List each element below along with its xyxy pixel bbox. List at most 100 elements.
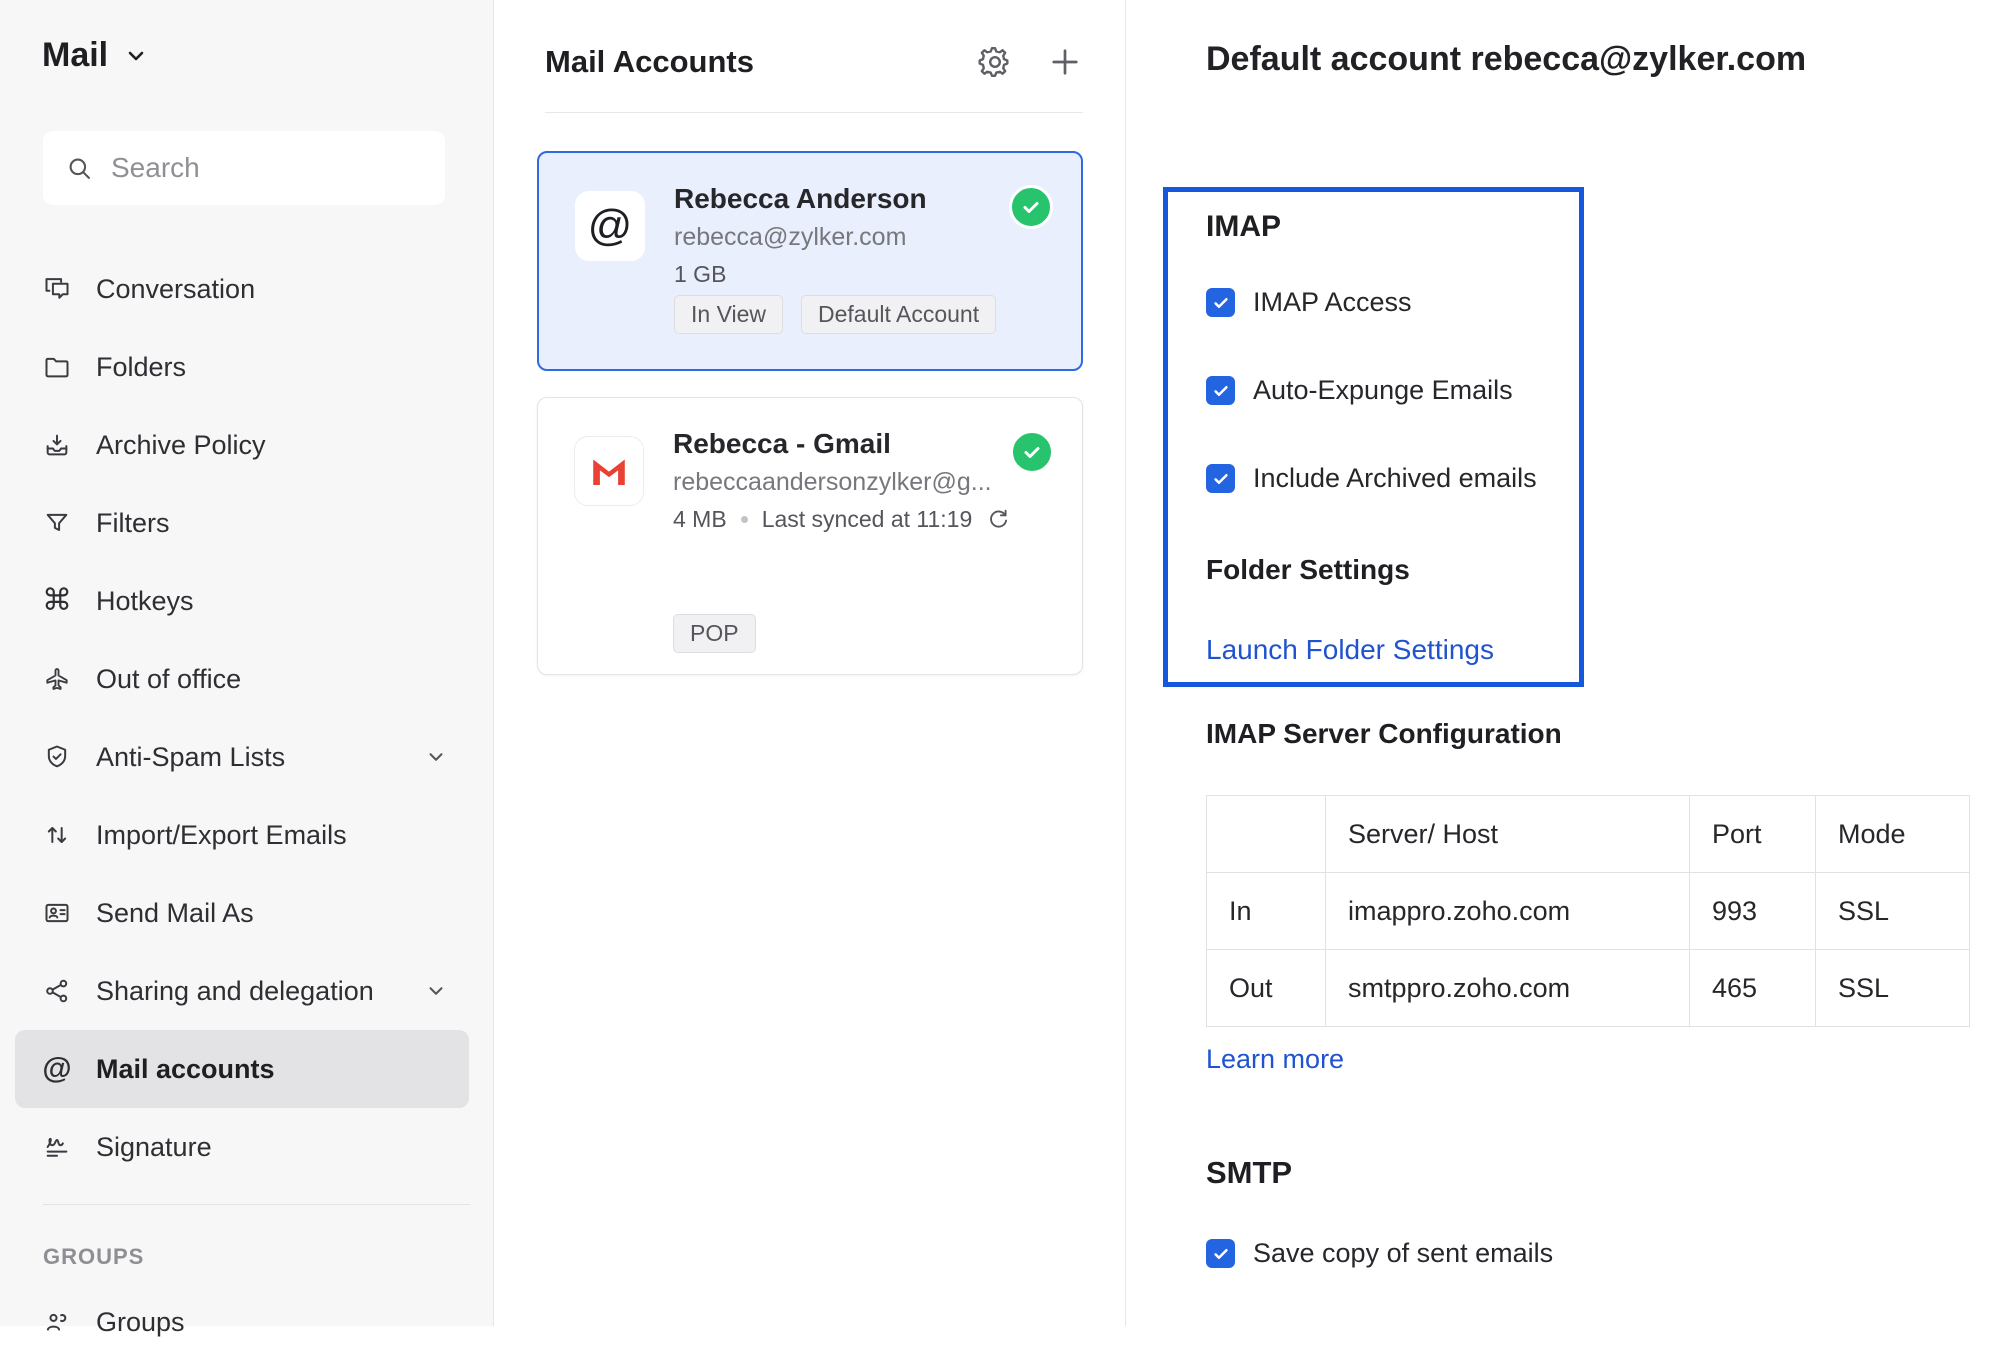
sidebar-item-signature[interactable]: Signature bbox=[15, 1108, 469, 1186]
table-row-out: Out smtppro.zoho.com 465 SSL bbox=[1206, 949, 1970, 1027]
sidebar-item-mail-accounts[interactable]: @ Mail accounts bbox=[15, 1030, 469, 1108]
checkbox-label: IMAP Access bbox=[1253, 287, 1412, 317]
sidebar-item-folders[interactable]: Folders bbox=[15, 328, 469, 406]
account-card-rebecca-gmail[interactable]: Rebecca - Gmail rebeccaandersonzylker@g.… bbox=[537, 397, 1083, 675]
account-tags: In View Default Account bbox=[674, 295, 997, 334]
launch-folder-settings-link[interactable]: Launch Folder Settings bbox=[1206, 634, 1494, 666]
filter-icon bbox=[43, 509, 71, 537]
signature-icon bbox=[43, 1133, 71, 1161]
active-status-badge bbox=[1010, 430, 1054, 474]
sidebar-item-import-export[interactable]: Import/Export Emails bbox=[15, 796, 469, 874]
sidebar-item-anti-spam-lists[interactable]: Anti-Spam Lists bbox=[15, 718, 469, 796]
cell-server-host: smtppro.zoho.com bbox=[1325, 949, 1690, 1027]
imap-highlight-box: IMAP IMAP Access Auto-Expunge Emails Inc… bbox=[1163, 187, 1584, 687]
refresh-icon[interactable] bbox=[986, 507, 1011, 532]
column-header-blank bbox=[1206, 795, 1326, 873]
checkbox-label: Include Archived emails bbox=[1253, 463, 1537, 493]
command-icon: ⌘ bbox=[42, 584, 72, 617]
mail-accounts-header: Mail Accounts bbox=[545, 44, 1083, 80]
sidebar-item-archive-policy[interactable]: Archive Policy bbox=[15, 406, 469, 484]
cell-mode: SSL bbox=[1815, 872, 1970, 950]
shield-check-icon bbox=[43, 743, 71, 771]
checkbox-checked-icon[interactable] bbox=[1206, 1239, 1235, 1268]
sidebar-item-filters[interactable]: Filters bbox=[15, 484, 469, 562]
account-detail-panel: Default account rebecca@zylker.com IMAP … bbox=[1125, 0, 1996, 1326]
sidebar-item-groups[interactable]: Groups bbox=[15, 1283, 469, 1361]
sidebar-item-label: Hotkeys bbox=[96, 585, 194, 616]
sidebar-item-label: Mail accounts bbox=[96, 1053, 275, 1084]
imap-server-config-heading: IMAP Server Configuration bbox=[1206, 718, 1562, 749]
account-tags: POP bbox=[673, 614, 756, 653]
tag-in-view: In View bbox=[674, 295, 784, 334]
chevron-down-icon bbox=[124, 44, 148, 68]
column-header-mode: Mode bbox=[1815, 795, 1970, 873]
conversation-icon bbox=[43, 275, 71, 303]
imap-access-checkbox-row[interactable]: IMAP Access bbox=[1206, 287, 1412, 318]
checkbox-label: Save copy of sent emails bbox=[1253, 1238, 1554, 1268]
cell-direction: Out bbox=[1206, 949, 1326, 1027]
sidebar-divider bbox=[43, 1204, 470, 1205]
account-name: Rebecca - Gmail bbox=[673, 428, 891, 459]
airplane-icon bbox=[43, 665, 71, 693]
table-header-row: Server/ Host Port Mode bbox=[1206, 795, 1970, 873]
sidebar-item-label: Sharing and delegation bbox=[96, 975, 374, 1006]
header-actions bbox=[977, 44, 1083, 80]
sidebar-item-label: Out of office bbox=[96, 663, 242, 694]
groups-section-label: GROUPS bbox=[43, 1244, 145, 1269]
sidebar: Mail Conversation Folders Archiv bbox=[0, 0, 494, 1337]
tag-default-account: Default Account bbox=[801, 295, 997, 334]
sidebar-item-label: Anti-Spam Lists bbox=[96, 741, 286, 772]
settings-gear-icon[interactable] bbox=[977, 44, 1013, 80]
gmail-avatar-icon bbox=[574, 436, 644, 506]
checkbox-checked-icon[interactable] bbox=[1206, 464, 1235, 493]
groups-nav: Groups bbox=[0, 1283, 493, 1361]
sidebar-item-label: Signature bbox=[96, 1131, 212, 1162]
checkbox-label: Auto-Expunge Emails bbox=[1253, 375, 1513, 405]
sidebar-item-label: Folders bbox=[96, 351, 187, 382]
sidebar-item-send-mail-as[interactable]: Send Mail As bbox=[15, 874, 469, 952]
send-mail-as-icon bbox=[43, 899, 71, 927]
column-header-port: Port bbox=[1689, 795, 1816, 873]
search-box[interactable] bbox=[43, 131, 445, 205]
cell-port: 993 bbox=[1689, 872, 1816, 950]
dot-separator bbox=[740, 516, 748, 523]
include-archived-checkbox-row[interactable]: Include Archived emails bbox=[1206, 463, 1537, 494]
checkbox-checked-icon[interactable] bbox=[1206, 288, 1235, 317]
header-divider bbox=[545, 112, 1083, 113]
tag-pop: POP bbox=[673, 614, 756, 653]
sidebar-item-label: Import/Export Emails bbox=[96, 819, 347, 850]
sidebar-item-label: Conversation bbox=[96, 273, 256, 304]
account-storage: 1 GB bbox=[674, 261, 727, 287]
cell-mode: SSL bbox=[1815, 949, 1970, 1027]
imap-server-config-table: Server/ Host Port Mode In imappro.zoho.c… bbox=[1206, 795, 1970, 1027]
chevron-down-icon bbox=[425, 980, 447, 1002]
table-row-in: In imappro.zoho.com 993 SSL bbox=[1206, 872, 1970, 950]
arrows-up-down-icon bbox=[43, 821, 71, 849]
last-synced-text: Last synced at 11:19 bbox=[761, 506, 973, 532]
at-avatar-icon: @ bbox=[575, 191, 645, 261]
sidebar-item-label: Groups bbox=[96, 1306, 185, 1337]
account-name: Rebecca Anderson bbox=[674, 183, 927, 214]
sidebar-item-sharing-delegation[interactable]: Sharing and delegation bbox=[15, 952, 469, 1030]
account-storage: 4 MB bbox=[673, 506, 727, 532]
sidebar-item-out-of-office[interactable]: Out of office bbox=[15, 640, 469, 718]
people-icon bbox=[43, 1308, 71, 1336]
auto-expunge-checkbox-row[interactable]: Auto-Expunge Emails bbox=[1206, 375, 1513, 406]
checkbox-checked-icon[interactable] bbox=[1206, 376, 1235, 405]
account-email: rebecca@zylker.com bbox=[674, 223, 907, 251]
active-status-badge bbox=[1009, 185, 1053, 229]
search-input[interactable] bbox=[111, 152, 411, 184]
app-switcher[interactable]: Mail bbox=[42, 36, 148, 75]
account-card-rebecca-zylker[interactable]: @ Rebecca Anderson rebecca@zylker.com 1 … bbox=[537, 151, 1083, 371]
mail-accounts-title: Mail Accounts bbox=[545, 44, 754, 79]
folder-settings-heading: Folder Settings bbox=[1206, 554, 1410, 585]
save-copy-checkbox-row[interactable]: Save copy of sent emails bbox=[1206, 1238, 1553, 1269]
sidebar-item-hotkeys[interactable]: ⌘ Hotkeys bbox=[15, 562, 469, 640]
imap-heading: IMAP bbox=[1206, 210, 1281, 243]
learn-more-link[interactable]: Learn more bbox=[1206, 1044, 1344, 1075]
add-account-icon[interactable] bbox=[1047, 44, 1083, 80]
chevron-down-icon bbox=[425, 746, 447, 768]
sidebar-nav: Conversation Folders Archive Policy Filt… bbox=[0, 250, 493, 1186]
sidebar-item-conversation[interactable]: Conversation bbox=[15, 250, 469, 328]
sidebar-item-label: Filters bbox=[96, 507, 170, 538]
